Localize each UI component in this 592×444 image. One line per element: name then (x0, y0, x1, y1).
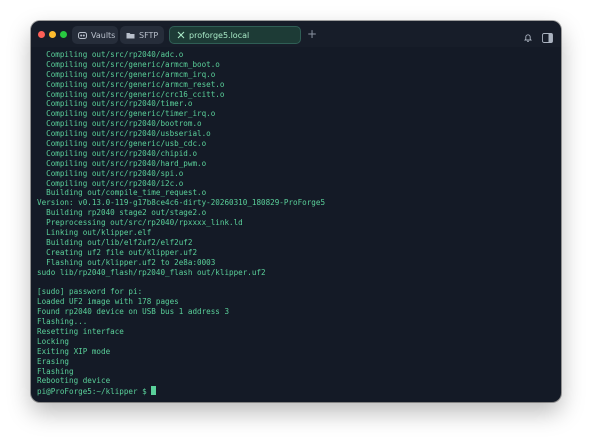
terminal-line: Compiling out/src/rp2040/bootrom.o (37, 119, 202, 129)
terminal-output[interactable]: Compiling out/src/rp2040/adc.o Compiling… (37, 50, 555, 398)
terminal-line: Linking out/klipper.elf (37, 228, 152, 238)
terminal-line: Rebooting device (37, 376, 111, 386)
terminal-line: Compiling out/src/generic/armcm_reset.o (37, 79, 225, 89)
terminal-line: Compiling out/src/generic/crc16_ccitt.o (37, 89, 225, 99)
terminal-line: Flashing out/klipper.uf2 to 2e8a:0003 (37, 257, 216, 267)
tab-sftp[interactable]: SFTP (120, 26, 164, 44)
terminal-line: Compiling out/src/rp2040/chipid.o (37, 148, 198, 158)
terminal-line: sudo lib/rp2040_flash/rp2040_flash out/k… (37, 267, 266, 277)
terminal-line: Locking (37, 336, 70, 346)
terminal-window: Vaults SFTP proforge5.local + Compiling … (31, 21, 561, 402)
folder-icon (126, 31, 135, 40)
text-cursor (151, 386, 157, 396)
terminal-line: Resetting interface (37, 326, 124, 336)
terminal-line: Erasing (37, 356, 70, 366)
title-bar: Vaults SFTP proforge5.local + (31, 21, 561, 47)
terminal-line: Compiling out/src/generic/usb_cdc.o (37, 139, 207, 149)
terminal-line: Building out/lib/elf2uf2/elf2uf2 (37, 237, 193, 247)
terminal-line: Preprocessing out/src/rp2040/rpxxxx_link… (37, 218, 243, 228)
tab-label: Vaults (91, 30, 116, 40)
prompt-line[interactable]: pi@ProForge5:~/klipper $ (37, 386, 555, 396)
minimize-window-button[interactable] (49, 31, 56, 38)
terminal-line: Compiling out/src/rp2040/usbserial.o (37, 129, 211, 139)
terminal-line: Compiling out/src/rp2040/i2c.o (37, 178, 184, 188)
terminal-line: Flashing... (37, 317, 88, 327)
terminal-line: Exiting XIP mode (37, 346, 111, 356)
tab-label: proforge5.local (189, 30, 250, 40)
terminal-line: Flashing (37, 366, 74, 376)
terminal-line: Compiling out/src/generic/armcm_irq.o (37, 69, 216, 79)
terminal-line: Version: v0.13.0-119-g17b8ce4c6-dirty-20… (37, 198, 326, 208)
close-window-button[interactable] (38, 31, 45, 38)
tab-vaults[interactable]: Vaults (72, 26, 118, 44)
terminal-line: Building out/compile_time_request.o (37, 188, 207, 198)
terminal-line: Found rp2040 device on USB bus 1 address… (37, 307, 230, 317)
shell-prompt: pi@ProForge5:~/klipper $ (37, 387, 152, 397)
maximize-window-button[interactable] (60, 31, 67, 38)
terminal-line: Compiling out/src/rp2040/adc.o (37, 50, 184, 59)
terminal-line: Building rp2040 stage2 out/stage2.o (37, 208, 207, 218)
terminal-line: Compiling out/src/generic/armcm_boot.o (37, 59, 220, 69)
terminal-line: Compiling out/src/rp2040/spi.o (37, 168, 184, 178)
tab-label: SFTP (139, 30, 159, 40)
terminal-line: Creating uf2 file out/klipper.uf2 (37, 247, 198, 257)
terminal-line: Compiling out/src/rp2040/hard_pwm.o (37, 158, 207, 168)
terminal-line: Loaded UF2 image with 178 pages (37, 297, 179, 307)
terminal-line: [sudo] password for pi: (37, 287, 143, 297)
tab-host[interactable]: proforge5.local (169, 26, 301, 44)
sidebar-toggle-icon[interactable] (542, 30, 553, 43)
bell-icon[interactable] (523, 30, 533, 42)
terminal-line: Compiling out/src/generic/timer_irq.o (37, 109, 216, 119)
close-icon[interactable] (176, 31, 185, 40)
terminal-line: Compiling out/src/rp2040/timer.o (37, 99, 193, 109)
vault-icon (78, 31, 87, 40)
new-tab-button[interactable]: + (306, 27, 318, 41)
